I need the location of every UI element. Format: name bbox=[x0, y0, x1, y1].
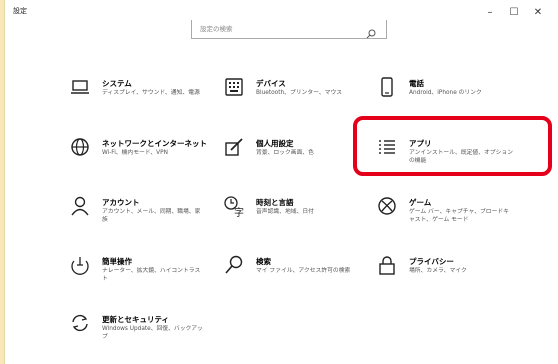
globe-icon bbox=[69, 136, 91, 158]
tile-name: 時刻と言語 bbox=[256, 198, 294, 207]
tile-desc: ゲーム バー、キャプチャ、ブロードキャスト、ゲーム モード bbox=[409, 209, 509, 223]
tile-name: 簡単操作 bbox=[102, 257, 132, 266]
tile-desc: Bluetooth、プリンター、マウス bbox=[256, 90, 343, 96]
apps-highlight-annotation bbox=[353, 116, 552, 176]
tile-desc: ナレーター、拡大鏡、ハイコントラスト bbox=[102, 268, 201, 282]
search-placeholder: 設定の検索 bbox=[200, 25, 233, 33]
tile-desc: Android、iPhone のリンク bbox=[409, 90, 482, 96]
tile-name: デバイス bbox=[256, 79, 286, 88]
tile-desc: Wi-Fi、機内モード、VPN bbox=[102, 150, 168, 156]
xbox-icon bbox=[376, 195, 398, 217]
close-button[interactable]: ✕ bbox=[526, 2, 550, 22]
tile-name: アカウント bbox=[102, 198, 140, 207]
tile-time-language[interactable]: 字 時刻と言語 音声認識、地域、日付 bbox=[223, 195, 363, 235]
laptop-icon bbox=[69, 76, 91, 98]
tile-update-security[interactable]: 更新とセキュリティ Windows Update、回復、バックアップ bbox=[69, 312, 209, 352]
tile-privacy[interactable]: プライバシー 場所、カメラ、マイク bbox=[376, 254, 516, 294]
tile-desc: マイ ファイル、アクセス許可の検索 bbox=[256, 268, 351, 274]
minimize-button[interactable]: – bbox=[478, 2, 502, 22]
tile-name: 検索 bbox=[256, 257, 271, 266]
svg-text:字: 字 bbox=[234, 206, 244, 217]
tile-name: システム bbox=[102, 79, 132, 88]
ease-of-access-icon bbox=[69, 254, 91, 276]
settings-window: 設定 – ☐ ✕ 設定の検索 システム ディスプレイ、サウンド、通知、電源 デバ… bbox=[4, 0, 558, 364]
tile-desc: Windows Update、回復、バックアップ bbox=[102, 326, 203, 340]
phone-icon bbox=[376, 76, 398, 98]
search-input[interactable]: 設定の検索 bbox=[191, 20, 387, 39]
tile-accounts[interactable]: アカウント アカウント、メール、同期、職場、家族 bbox=[69, 195, 209, 235]
tile-gaming[interactable]: ゲーム ゲーム バー、キャプチャ、ブロードキャスト、ゲーム モード bbox=[376, 195, 516, 235]
tile-system[interactable]: システム ディスプレイ、サウンド、通知、電源 bbox=[69, 76, 209, 116]
search-icon bbox=[366, 24, 376, 43]
tile-name: ネットワークとインターネット bbox=[102, 139, 207, 148]
tile-name: 個人用設定 bbox=[256, 139, 294, 148]
person-icon bbox=[69, 195, 91, 217]
tile-name: ゲーム bbox=[409, 198, 432, 207]
tile-desc: アカウント、メール、同期、職場、家族 bbox=[102, 209, 201, 223]
tile-desc: 背景、ロック画面、色 bbox=[256, 150, 314, 156]
time-language-icon: 字 bbox=[223, 195, 245, 219]
tile-network[interactable]: ネットワークとインターネット Wi-Fi、機内モード、VPN bbox=[69, 136, 209, 176]
lock-icon bbox=[376, 254, 398, 276]
keyboard-icon bbox=[223, 76, 245, 98]
tile-personalization[interactable]: 個人用設定 背景、ロック画面、色 bbox=[223, 136, 363, 176]
tile-desc: 場所、カメラ、マイク bbox=[409, 268, 467, 274]
maximize-button[interactable]: ☐ bbox=[502, 2, 526, 22]
tile-name: 電話 bbox=[409, 79, 424, 88]
tile-name: 更新とセキュリティ bbox=[102, 315, 170, 324]
tile-devices[interactable]: デバイス Bluetooth、プリンター、マウス bbox=[223, 76, 363, 116]
tile-desc: ディスプレイ、サウンド、通知、電源 bbox=[102, 90, 200, 96]
tile-ease-of-access[interactable]: 簡単操作 ナレーター、拡大鏡、ハイコントラスト bbox=[69, 254, 209, 294]
window-title: 設定 bbox=[13, 7, 27, 15]
tile-phone[interactable]: 電話 Android、iPhone のリンク bbox=[376, 76, 516, 116]
update-icon bbox=[69, 312, 91, 334]
tile-desc: 音声認識、地域、日付 bbox=[256, 209, 314, 215]
tile-name: プライバシー bbox=[409, 257, 454, 266]
paint-icon bbox=[223, 136, 245, 158]
tile-search[interactable]: 検索 マイ ファイル、アクセス許可の検索 bbox=[223, 254, 363, 294]
search-icon bbox=[223, 254, 245, 276]
